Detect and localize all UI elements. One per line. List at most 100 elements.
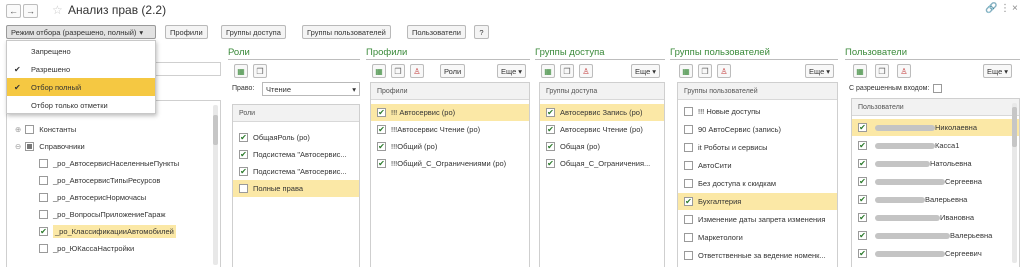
checkbox-checked[interactable]: ✔ bbox=[858, 177, 867, 186]
checkbox[interactable] bbox=[684, 107, 693, 116]
checkbox[interactable] bbox=[25, 125, 35, 134]
menu-item-full-filter[interactable]: ✔ Отбор полный bbox=[7, 78, 155, 96]
list-item[interactable]: ✔ ОбщаяРоль (ро) bbox=[233, 129, 359, 146]
checkbox-checked[interactable]: ✔ bbox=[858, 195, 867, 204]
checkbox[interactable] bbox=[684, 179, 693, 188]
checkbox-checked[interactable]: ✔ bbox=[858, 249, 867, 258]
menu-dots-icon[interactable]: ⋮ bbox=[1000, 3, 1010, 14]
list-item-selected[interactable]: ✔ Николаевна bbox=[852, 119, 1019, 136]
tree-row[interactable]: _ро_ВопросыПриложениеГараж bbox=[7, 206, 220, 223]
list-item-selected[interactable]: Полные права bbox=[233, 180, 359, 197]
list-item[interactable]: ✔ Валерьевна bbox=[852, 191, 1019, 208]
list-item[interactable]: Изменение даты запрета изменения bbox=[678, 211, 837, 228]
checkbox-checked[interactable]: ✔ bbox=[377, 142, 386, 151]
list-item[interactable]: ✔ Общая (ро) bbox=[540, 138, 664, 155]
tree-row-catalogs[interactable]: ⊖ Справочники bbox=[7, 138, 220, 155]
list-item[interactable]: !!! Новые доступы bbox=[678, 103, 837, 120]
list-item[interactable]: ✔ Сергеевна bbox=[852, 173, 1019, 190]
checkbox-checked[interactable]: ✔ bbox=[546, 159, 555, 168]
checkbox[interactable] bbox=[684, 161, 693, 170]
more-button[interactable]: Еще ▾ bbox=[631, 64, 661, 78]
select-all-icon[interactable]: ▦ bbox=[853, 64, 867, 78]
list-item[interactable]: ✔ Касса1 bbox=[852, 137, 1019, 154]
list-item[interactable]: АвтоСити bbox=[678, 157, 837, 174]
select-all-icon[interactable]: ▦ bbox=[679, 64, 693, 78]
checkbox-checked[interactable]: ✔ bbox=[858, 213, 867, 222]
roles-button[interactable]: Роли bbox=[440, 64, 466, 78]
list-item[interactable]: ✔ Подсистема "Автосервис... bbox=[233, 163, 359, 180]
list-item[interactable]: ✔ Ивановна bbox=[852, 209, 1019, 226]
menu-item-forbidden[interactable]: Запрещено bbox=[7, 42, 155, 60]
back-button[interactable]: ← bbox=[6, 4, 21, 18]
tree-row[interactable]: _ро_АвтосервисНаселенныеПункты bbox=[7, 155, 220, 172]
collapse-icon[interactable]: ⊖ bbox=[15, 142, 21, 151]
login-filter[interactable]: С разрешенным входом: bbox=[849, 84, 947, 93]
help-button[interactable]: ? bbox=[474, 25, 489, 39]
users-button[interactable]: Пользователи bbox=[407, 25, 466, 39]
checkbox-checked[interactable]: ✔ bbox=[546, 142, 555, 151]
checkbox[interactable] bbox=[39, 210, 48, 219]
scrollbar[interactable] bbox=[1012, 103, 1017, 263]
checkbox[interactable] bbox=[684, 125, 693, 134]
copy-icon[interactable]: ❐ bbox=[698, 64, 712, 78]
list-item-selected[interactable]: ✔ !!! Автосервис (ро) bbox=[371, 104, 529, 121]
copy-icon[interactable]: ❐ bbox=[253, 64, 267, 78]
copy-icon[interactable]: ❐ bbox=[391, 64, 405, 78]
user-find-icon[interactable]: ♙ bbox=[717, 64, 731, 78]
list-item[interactable]: ✔ !!!Общий_С_Ограничениями (ро) bbox=[371, 155, 529, 172]
close-icon[interactable]: × bbox=[1012, 3, 1018, 14]
checkbox-checked[interactable]: ✔ bbox=[546, 125, 555, 134]
checkbox-checked[interactable]: ✔ bbox=[684, 197, 693, 206]
checkbox-checked[interactable]: ✔ bbox=[858, 123, 867, 132]
favorite-star-icon[interactable]: ☆ bbox=[52, 3, 63, 17]
checkbox-checked[interactable]: ✔ bbox=[39, 227, 48, 236]
list-item[interactable]: Без доступа к скидкам bbox=[678, 175, 837, 192]
checkbox[interactable] bbox=[684, 215, 693, 224]
checkbox-checked[interactable]: ✔ bbox=[546, 108, 555, 117]
list-item[interactable]: Маркетологи bbox=[678, 229, 837, 246]
checkbox[interactable] bbox=[25, 142, 35, 151]
list-item[interactable]: ✔ Автосервис Чтение (ро) bbox=[540, 121, 664, 138]
checkbox-checked[interactable]: ✔ bbox=[858, 231, 867, 240]
menu-item-marks-only[interactable]: Отбор только отметки bbox=[7, 96, 155, 114]
more-button[interactable]: Еще ▾ bbox=[983, 64, 1013, 78]
checkbox-checked[interactable]: ✔ bbox=[239, 150, 248, 159]
list-item[interactable]: Ответственные за ведение номенк... bbox=[678, 247, 837, 264]
user-find-icon[interactable]: ♙ bbox=[410, 64, 424, 78]
profiles-button[interactable]: Профили bbox=[165, 25, 208, 39]
tree-row-selected[interactable]: ✔ _ро_КлассификацииАвтомобилей bbox=[7, 223, 220, 240]
checkbox[interactable] bbox=[684, 143, 693, 152]
tree-row[interactable]: _ро_АвтосервисТипыРесурсов bbox=[7, 172, 220, 189]
list-item[interactable]: ✔ Натольевна bbox=[852, 155, 1019, 172]
user-find-icon[interactable]: ♙ bbox=[897, 64, 911, 78]
checkbox-checked[interactable]: ✔ bbox=[239, 133, 248, 142]
more-button[interactable]: Еще ▾ bbox=[497, 64, 527, 78]
tree-row-constants[interactable]: ⊕ Константы bbox=[7, 121, 220, 138]
list-item[interactable]: ✔ !!!Автосервис Чтение (ро) bbox=[371, 121, 529, 138]
tree-row[interactable]: _ро_ЮКассаНастройки bbox=[7, 240, 220, 257]
menu-item-allowed[interactable]: ✔ Разрешено bbox=[7, 60, 155, 78]
checkbox[interactable] bbox=[39, 176, 48, 185]
select-all-icon[interactable]: ▦ bbox=[372, 64, 386, 78]
forward-button[interactable]: → bbox=[23, 4, 38, 18]
list-item[interactable]: ✔ !!!Общий (ро) bbox=[371, 138, 529, 155]
checkbox[interactable] bbox=[684, 233, 693, 242]
checkbox[interactable] bbox=[39, 159, 48, 168]
expand-icon[interactable]: ⊕ bbox=[15, 125, 21, 134]
checkbox[interactable] bbox=[39, 193, 48, 202]
select-all-icon[interactable]: ▦ bbox=[234, 64, 248, 78]
scrollbar[interactable] bbox=[213, 105, 218, 265]
more-button[interactable]: Еще ▾ bbox=[805, 64, 835, 78]
select-all-icon[interactable]: ▦ bbox=[541, 64, 555, 78]
list-item[interactable]: it Роботы и сервисы bbox=[678, 139, 837, 156]
copy-icon[interactable]: ❐ bbox=[875, 64, 889, 78]
list-item-selected[interactable]: ✔ Бухгалтерия bbox=[678, 193, 837, 210]
checkbox-checked[interactable]: ✔ bbox=[239, 167, 248, 176]
user-find-icon[interactable]: ♙ bbox=[579, 64, 593, 78]
checkbox-checked[interactable]: ✔ bbox=[377, 108, 386, 117]
user-groups-button[interactable]: Группы пользователей bbox=[302, 25, 391, 39]
mode-selector-button[interactable]: Режим отбора (разрешено, полный) ▾ bbox=[6, 25, 156, 39]
link-icon[interactable]: 🔗 bbox=[985, 3, 997, 14]
tree-row[interactable]: _ро_АвтосерисНормочасы bbox=[7, 189, 220, 206]
list-item[interactable]: ✔ Общая_С_Ограничения... bbox=[540, 155, 664, 172]
